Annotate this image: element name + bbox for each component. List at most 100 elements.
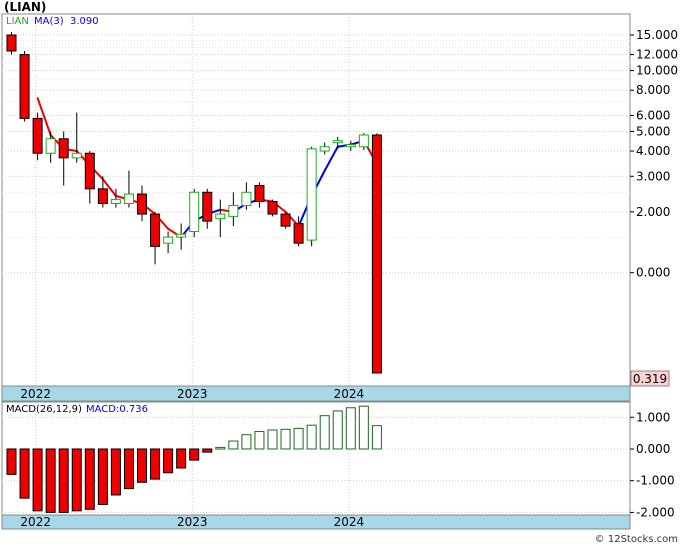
stock-chart: 15.000 12.000 10.000 8.000 6.000 5.000 4.000 3.… [0,0,680,546]
macd-bar-positive [293,427,304,450]
candle [371,133,382,374]
macd-bar-negative [123,448,134,490]
candle-body-up [110,199,121,204]
macd-tick-label: -2.000 [636,505,675,519]
candle-body-up [45,138,56,154]
candle-body-up [332,140,343,144]
candle-body-up [358,134,369,148]
candle [306,146,317,247]
price-axis-ticks: 15.000 12.000 10.000 8.000 6.000 5.000 4.000 3.… [630,28,678,280]
macd-bar-negative [19,448,30,499]
price-tick-label: 15.000 [636,28,678,42]
candle [280,211,291,229]
price-date-axis-band [1,385,631,402]
price-tick-label: 3.000 [636,169,670,183]
candle-body-up [241,191,252,207]
macd-bar-positive [267,429,278,450]
price-tick-label: 2.000 [636,205,670,219]
price-tick-label: 12.000 [636,48,678,62]
candle-body-up [176,233,187,238]
candle-body-down [293,223,304,244]
candle-body-up [215,213,226,220]
macd-bar-positive [241,434,252,450]
price-tick-label: 0.000 [636,266,670,280]
price-tick-label: 5.000 [636,124,670,138]
price-year-label: 2023 [177,387,208,401]
macd-bar-positive [280,428,291,450]
macd-bar-positive [358,405,369,450]
macd-bar-negative [110,448,121,496]
macd-bar-positive [345,407,356,450]
candle-body-down [267,201,278,215]
candle-body-down [150,213,161,247]
candle-body-down [97,188,108,204]
macd-panel [1,401,631,516]
candle-body-down [254,185,265,203]
macd-bar-positive [228,440,239,450]
price-tick-label: 8.000 [636,83,670,97]
price-tick-label: 4.000 [636,144,670,158]
macd-bar-positive [254,431,265,450]
macd-bar-positive [371,425,382,450]
price-year-label: 2022 [20,387,51,401]
candle-body-down [84,152,95,190]
macd-bar-negative [202,448,213,453]
candle [6,32,17,55]
macd-bar-negative [45,448,56,513]
macd-bar-negative [58,448,69,513]
macd-bar-negative [150,448,161,480]
legend-ticker: LIAN [6,16,29,27]
candle-body-down [6,34,17,52]
macd-bar-negative [163,448,174,474]
candle-body-up [228,205,239,217]
macd-bar-negative [32,448,43,512]
macd-date-axis-band [1,514,631,530]
macd-bar-negative [137,448,147,483]
candle-body-down [371,134,382,374]
macd-tick-label: 1.000 [636,410,670,424]
candle-body-down [280,213,291,227]
price-year-label: 2024 [334,387,365,401]
macd-tick-label: 0.000 [636,442,670,456]
macd-tick-label: -1.000 [636,474,675,488]
macd-legend-value: MACD:0.736 [86,404,148,415]
legend-ma-label: MA(3) [34,16,64,27]
candle-body-up [123,193,134,204]
candle [32,112,43,161]
candle [19,51,30,122]
candle-body-up [71,152,82,159]
macd-bar-positive [306,424,317,450]
price-tick-label: 6.000 [636,108,670,122]
candle-body-up [319,146,330,152]
macd-bar-negative [176,448,187,469]
candle-body-down [19,54,30,119]
macd-bar-negative [84,448,95,510]
candle [267,199,278,217]
candle-body-down [137,193,147,215]
macd-bar-negative [71,448,82,512]
legend-ma-value: 3.090 [70,16,99,27]
macd-bar-negative [6,448,17,475]
macd-year-label: 2022 [20,515,51,529]
candle-body-down [32,117,43,154]
macd-bar-negative [97,448,108,505]
macd-year-label: 2024 [334,515,365,529]
macd-bar-negative [189,448,200,461]
macd-bar-positive [319,415,330,450]
macd-axis-ticks: 1.000 0.000 -1.000 -2.000 [630,410,675,519]
candle-body-up [163,236,174,244]
candle [189,188,200,238]
chart-canvas: 15.000 12.000 10.000 8.000 6.000 5.000 4.000 3.… [1,0,678,545]
last-price-label: 0.319 [633,372,667,386]
chart-title: (LIAN) [4,0,46,14]
candle-body-up [345,144,356,148]
candle-body-up [306,148,317,241]
watermark: © 12Stocks.com [595,534,678,545]
macd-bar-positive [332,410,343,450]
candle-body-down [202,191,213,222]
candle-body-down [58,138,69,159]
macd-year-label: 2023 [177,515,208,529]
macd-bar-positive [215,446,226,450]
macd-legend-params: MACD(26,12,9) [6,404,82,415]
candle-body-up [189,191,200,232]
